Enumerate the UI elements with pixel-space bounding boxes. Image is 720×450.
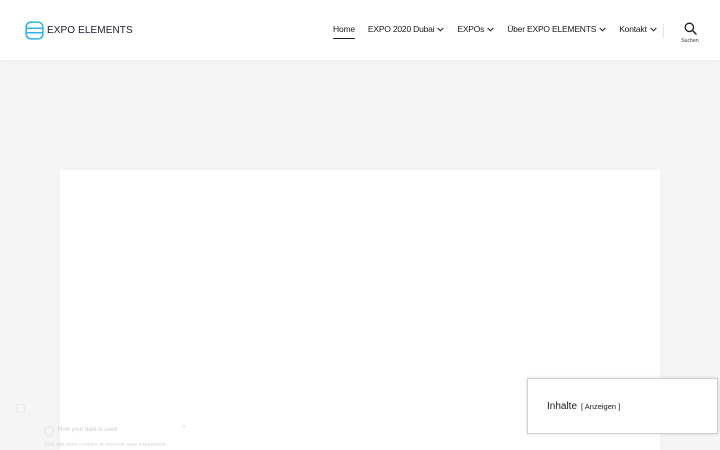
- nav-item-expos[interactable]: EXPOs: [457, 22, 494, 36]
- chevron-down-icon: [649, 27, 657, 32]
- nav-item-kontakt[interactable]: Kontakt: [619, 22, 657, 36]
- nav-item-label: Home: [333, 24, 355, 34]
- page: EXPO ELEMENTS Home EXPO 2020 Dubai EXPOs…: [0, 0, 720, 450]
- consent-text: This site uses cookies to improve your e…: [44, 442, 166, 448]
- nav-item-label: EXPOs: [457, 24, 485, 34]
- toc-bracket-open: [: [581, 401, 584, 411]
- header-divider: [663, 24, 664, 38]
- main-nav: Home EXPO 2020 Dubai EXPOs Über EXPO ELE…: [333, 22, 657, 39]
- search-label: Suchen: [681, 38, 699, 44]
- site-logo[interactable]: EXPO ELEMENTS: [25, 20, 133, 40]
- nav-item-expo-2020-dubai[interactable]: EXPO 2020 Dubai: [367, 22, 445, 36]
- site-header: EXPO ELEMENTS Home EXPO 2020 Dubai EXPOs…: [0, 0, 720, 60]
- shield-icon: [44, 426, 54, 437]
- logo-icon: [25, 20, 44, 40]
- chevron-down-icon: [487, 27, 494, 32]
- search-button[interactable]: Suchen: [676, 22, 704, 50]
- toc-bracket-close: ]: [618, 401, 621, 411]
- close-icon[interactable]: ×: [182, 424, 186, 431]
- search-icon: [684, 22, 697, 35]
- nav-item-ueber-expo-elements[interactable]: Über EXPO ELEMENTS: [507, 22, 606, 36]
- consent-title: How your data is used: [58, 427, 118, 433]
- toc-title: Inhalte: [547, 400, 578, 412]
- table-of-contents: Inhalte [ Anzeigen ]: [527, 378, 718, 434]
- nav-item-label: Kontakt: [619, 24, 647, 34]
- nav-item-home[interactable]: Home: [333, 22, 355, 39]
- toc-toggle-link[interactable]: [ Anzeigen ]: [581, 402, 620, 411]
- chevron-down-icon: [599, 27, 606, 32]
- toc-toggle-label: Anzeigen: [584, 401, 617, 411]
- nav-item-label: Über EXPO ELEMENTS: [507, 24, 597, 34]
- nav-item-label: EXPO 2020 Dubai: [367, 24, 435, 34]
- chevron-down-icon: [437, 27, 445, 32]
- logo-text: EXPO ELEMENTS: [47, 24, 133, 36]
- consent-toggle-icon[interactable]: [16, 404, 25, 413]
